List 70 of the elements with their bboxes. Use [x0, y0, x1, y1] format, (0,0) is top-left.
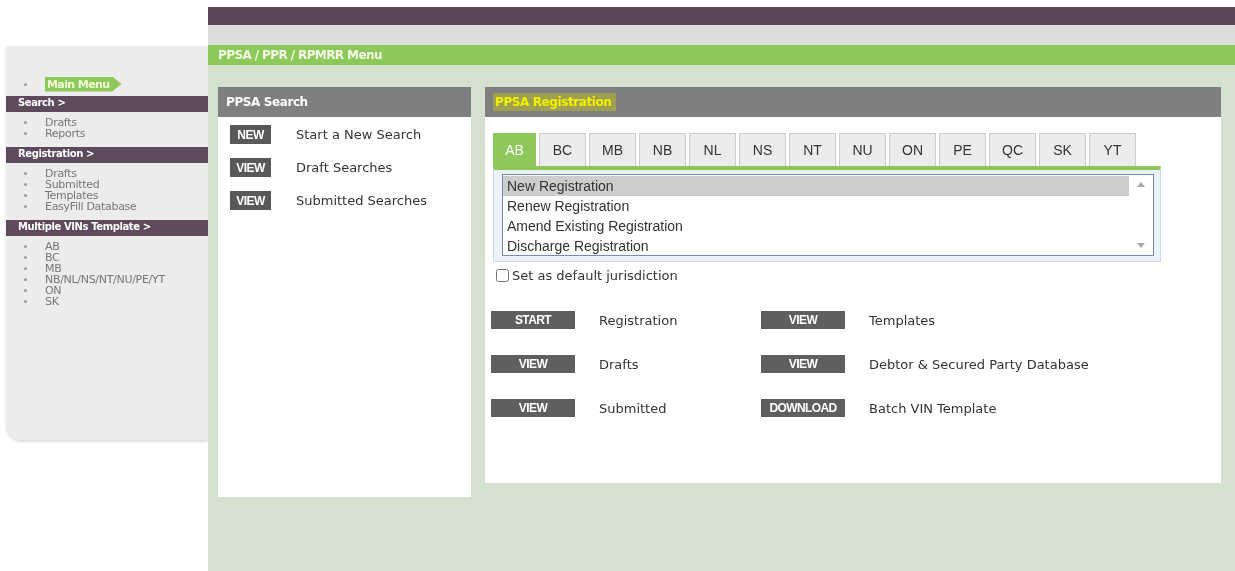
- list-option[interactable]: New Registration: [503, 176, 1129, 196]
- sidebar-link[interactable]: Templates: [45, 190, 99, 201]
- action-button[interactable]: VIEW: [761, 311, 845, 329]
- jurisdiction-tab[interactable]: NS: [739, 133, 786, 166]
- action-button[interactable]: VIEW: [491, 399, 575, 417]
- bullet-icon: [24, 245, 27, 248]
- sidebar-link[interactable]: Drafts: [45, 117, 77, 128]
- list-option[interactable]: Amend Existing Registration: [503, 216, 1129, 236]
- list-option[interactable]: Renew Registration: [503, 196, 1129, 216]
- sidebar-link[interactable]: AB: [45, 241, 60, 252]
- action-button[interactable]: DOWNLOAD: [761, 399, 845, 417]
- bullet-icon: [24, 205, 27, 208]
- action-label: Submitted Searches: [296, 193, 428, 208]
- sidebar-section-header[interactable]: Registration >: [6, 147, 208, 163]
- jurisdiction-tab[interactable]: ON: [889, 133, 936, 166]
- jurisdiction-tab[interactable]: NU: [839, 133, 886, 166]
- sidebar-link[interactable]: BC: [45, 252, 60, 263]
- jurisdiction-tab[interactable]: SK: [1039, 133, 1086, 166]
- sidebar-link[interactable]: Drafts: [45, 168, 77, 179]
- action-label: Debtor & Secured Party Database: [869, 356, 1089, 372]
- action-label: Templates: [869, 312, 936, 328]
- scroll-down-icon[interactable]: [1137, 243, 1145, 248]
- jurisdiction-tab[interactable]: QC: [989, 133, 1036, 166]
- jurisdiction-tab[interactable]: PE: [939, 133, 986, 166]
- bullet-icon: [24, 278, 27, 281]
- sidebar-link[interactable]: MB: [45, 263, 62, 274]
- sidebar-link[interactable]: NB/NL/NS/NT/NU/PE/YT: [45, 274, 165, 285]
- jurisdiction-tab[interactable]: NL: [689, 133, 736, 166]
- bullet-icon: [24, 121, 27, 124]
- menu-title: PPSA / PPR / RPMRR Menu: [218, 48, 382, 62]
- action-label: Drafts: [599, 356, 639, 372]
- scroll-up-icon[interactable]: [1137, 182, 1145, 187]
- action-button[interactable]: VIEW: [230, 191, 271, 210]
- bullet-icon: [24, 194, 27, 197]
- jurisdiction-tab[interactable]: BC: [539, 133, 586, 166]
- bullet-icon: [24, 256, 27, 259]
- action-label: Start a New Search: [296, 127, 422, 142]
- action-label: Draft Searches: [296, 160, 393, 175]
- sidebar-link[interactable]: SK: [45, 296, 59, 307]
- action-button[interactable]: VIEW: [230, 158, 271, 177]
- panel-title: PPSA Search: [226, 95, 308, 109]
- action-button[interactable]: NEW: [230, 125, 271, 144]
- jurisdiction-tab[interactable]: NT: [789, 133, 836, 166]
- bullet-icon: [24, 82, 27, 86]
- sidebar-section-header[interactable]: Multiple VINs Template >: [6, 220, 208, 236]
- action-label: Submitted: [599, 400, 667, 416]
- action-label: Batch VIN Template: [869, 400, 997, 416]
- jurisdiction-tab[interactable]: NB: [639, 133, 686, 166]
- action-label: Registration: [599, 312, 678, 328]
- sidebar-link[interactable]: ON: [45, 285, 62, 296]
- bullet-icon: [24, 289, 27, 292]
- action-button[interactable]: VIEW: [491, 355, 575, 373]
- sidebar-link[interactable]: EasyFill Database: [45, 201, 137, 212]
- jurisdiction-tab[interactable]: MB: [589, 133, 636, 166]
- sidebar-link[interactable]: Submitted: [45, 179, 100, 190]
- jurisdiction-tab[interactable]: YT: [1089, 133, 1136, 166]
- action-button[interactable]: START: [491, 311, 575, 329]
- bullet-icon: [24, 132, 27, 135]
- bullet-icon: [24, 183, 27, 186]
- panel-title: PPSA Registration: [493, 93, 616, 111]
- registration-type-list[interactable]: New Registration Renew Registration Amend Existing Registration Discharge Registration: [502, 174, 1154, 256]
- checkbox-label: Set as default jurisdiction: [512, 268, 678, 283]
- bullet-icon: [24, 267, 27, 270]
- bullet-icon: [24, 300, 27, 303]
- sidebar-link[interactable]: Reports: [45, 128, 86, 139]
- sidebar-section-header[interactable]: Search >: [6, 96, 208, 112]
- action-button[interactable]: VIEW: [761, 355, 845, 373]
- default-checkbox[interactable]: [496, 269, 509, 282]
- list-option[interactable]: Discharge Registration: [503, 236, 1129, 256]
- bullet-icon: [24, 172, 27, 175]
